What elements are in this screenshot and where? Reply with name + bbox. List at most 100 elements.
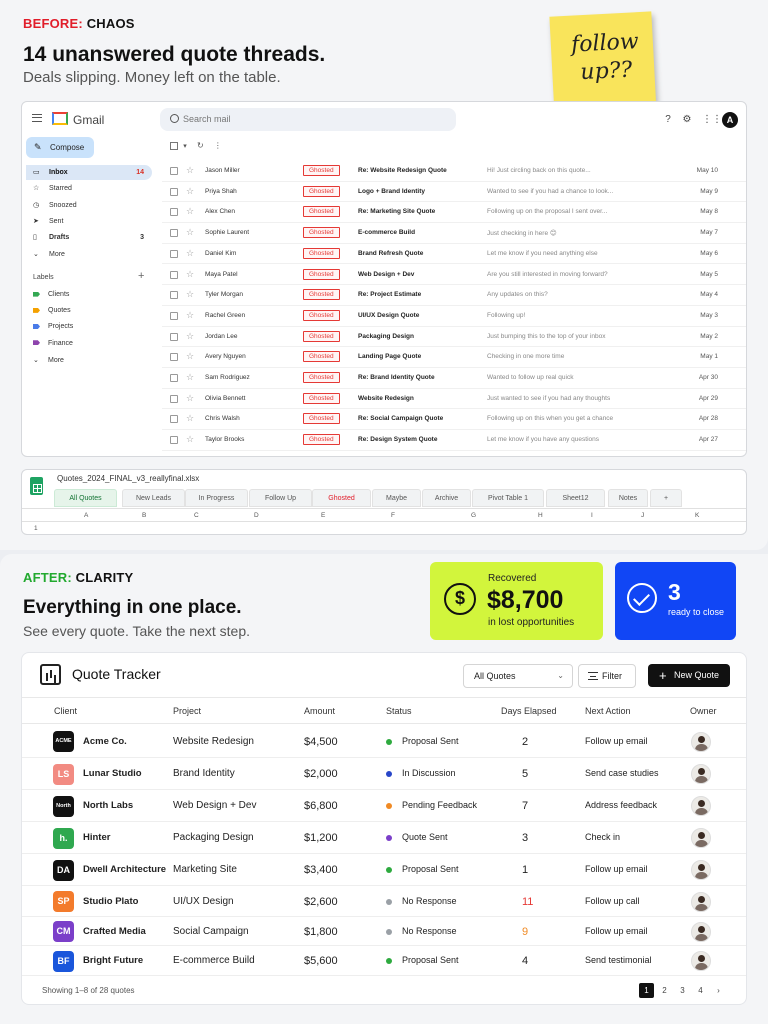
sheet-tab[interactable]: Maybe bbox=[372, 489, 421, 507]
email-checkbox[interactable] bbox=[170, 394, 178, 403]
quotes-filter-select[interactable]: All Quotes ⌄ bbox=[463, 664, 573, 688]
owner-avatar[interactable] bbox=[691, 828, 711, 848]
table-row[interactable]: SP Studio Plato UI/UX Design $2,600 No Respo… bbox=[22, 886, 746, 917]
sheet-tab[interactable]: Sheet12 bbox=[546, 489, 605, 507]
refresh-icon[interactable]: ↻ bbox=[197, 141, 204, 150]
star-icon[interactable]: ☆ bbox=[186, 310, 194, 321]
sidebar-item-inbox[interactable]: ▭ Inbox 14 bbox=[26, 165, 152, 180]
owner-avatar[interactable] bbox=[691, 891, 711, 912]
column-header-next-action[interactable]: Next Action bbox=[585, 706, 631, 716]
sheet-tab[interactable]: Ghosted bbox=[312, 489, 371, 507]
column-header-days-elapsed[interactable]: Days Elapsed bbox=[501, 706, 557, 716]
star-icon[interactable]: ☆ bbox=[186, 331, 194, 342]
star-icon[interactable]: ☆ bbox=[186, 393, 194, 404]
star-icon[interactable]: ☆ bbox=[186, 289, 194, 300]
menu-icon[interactable] bbox=[32, 114, 42, 122]
column-header[interactable]: D bbox=[254, 512, 259, 519]
sheet-tab[interactable]: Notes bbox=[608, 489, 648, 507]
email-checkbox[interactable] bbox=[170, 249, 178, 258]
owner-avatar[interactable] bbox=[691, 764, 711, 784]
sidebar-item-more[interactable]: ⌄ More bbox=[26, 247, 152, 262]
column-header-client[interactable]: Client bbox=[54, 706, 77, 716]
sidebar-item-starred[interactable]: ☆ Starred bbox=[26, 181, 152, 196]
column-header[interactable]: I bbox=[591, 512, 593, 519]
column-header-amount[interactable]: Amount bbox=[304, 706, 335, 716]
table-row[interactable]: North North Labs Web Design + Dev $6,800 Pen… bbox=[22, 790, 746, 822]
column-header[interactable]: C bbox=[194, 512, 199, 519]
email-row[interactable]: ☆ Priya Shah Ghosted Logo + Brand Identity W… bbox=[162, 182, 746, 203]
filter-button[interactable]: Filter bbox=[578, 664, 636, 688]
label-item-more[interactable]: ⌄ More bbox=[33, 356, 64, 364]
star-icon[interactable]: ☆ bbox=[186, 434, 194, 445]
column-header-status[interactable]: Status bbox=[386, 706, 412, 716]
sidebar-item-sent[interactable]: ➤ Sent bbox=[26, 214, 152, 229]
sidebar-item-drafts[interactable]: ▯ Drafts 3 bbox=[26, 230, 152, 245]
sheet-tab[interactable]: + bbox=[650, 489, 682, 507]
email-checkbox[interactable] bbox=[170, 291, 178, 300]
email-checkbox[interactable] bbox=[170, 187, 178, 196]
page-number[interactable]: 1 bbox=[639, 983, 654, 998]
select-all-checkbox[interactable] bbox=[170, 141, 178, 150]
star-icon[interactable]: ☆ bbox=[186, 269, 194, 280]
more-vert-icon[interactable]: ⋮ bbox=[214, 141, 222, 150]
email-checkbox[interactable] bbox=[170, 374, 178, 382]
gear-icon[interactable]: ⚙ bbox=[681, 114, 693, 126]
email-checkbox[interactable] bbox=[170, 270, 178, 279]
table-row[interactable]: CM Crafted Media Social Campaign $1,800 No R… bbox=[22, 917, 746, 946]
new-quote-button[interactable]: + New Quote bbox=[648, 664, 730, 687]
column-header[interactable]: F bbox=[391, 512, 395, 519]
sheet-tab[interactable]: Pivot Table 1 bbox=[472, 489, 544, 507]
email-row[interactable]: ☆ Sophie Laurent Ghosted E-commerce Build Ju… bbox=[162, 223, 746, 244]
email-row[interactable]: ☆ Jason Miller Ghosted Re: Website Redesign… bbox=[162, 161, 746, 182]
label-item-clients[interactable]: Clients bbox=[33, 291, 69, 298]
page-number[interactable]: 4 bbox=[693, 983, 708, 998]
label-item-finance[interactable]: Finance bbox=[33, 340, 73, 347]
sidebar-item-snoozed[interactable]: ◷ Snoozed bbox=[26, 198, 152, 213]
sheet-tab[interactable]: New Leads bbox=[122, 489, 185, 507]
help-icon[interactable]: ? bbox=[662, 114, 674, 126]
apps-grid-icon[interactable]: ⋮⋮ bbox=[702, 114, 722, 126]
page-number[interactable]: 3 bbox=[675, 983, 690, 998]
page-number[interactable]: 2 bbox=[657, 983, 672, 998]
star-icon[interactable]: ☆ bbox=[186, 248, 194, 259]
star-icon[interactable]: ☆ bbox=[186, 351, 194, 362]
owner-avatar[interactable] bbox=[691, 921, 711, 942]
sheet-tab[interactable]: Follow Up bbox=[249, 489, 312, 507]
column-header[interactable]: K bbox=[695, 512, 699, 519]
column-header[interactable]: E bbox=[321, 512, 325, 519]
star-icon[interactable]: ☆ bbox=[186, 372, 194, 383]
label-item-projects[interactable]: Projects bbox=[33, 323, 73, 330]
column-header[interactable]: A bbox=[84, 512, 88, 519]
column-header[interactable]: J bbox=[641, 512, 644, 519]
table-row[interactable]: LS Lunar Studio Brand Identity $2,000 In Dis… bbox=[22, 758, 746, 790]
email-row[interactable]: ☆ Alex Chen Ghosted Re: Marketing Site Quot… bbox=[162, 202, 746, 224]
owner-avatar[interactable] bbox=[691, 796, 711, 816]
email-row[interactable]: ☆ Daniel Kim Ghosted Brand Refresh Quote Let… bbox=[162, 244, 746, 265]
email-checkbox[interactable] bbox=[170, 332, 178, 341]
table-row[interactable]: BF Bright Future E-commerce Build $5,600 Pro… bbox=[22, 946, 746, 976]
email-row[interactable]: ☆ Chris Walsh Ghosted Re: Social Campaign Q… bbox=[162, 409, 746, 431]
star-icon[interactable]: ☆ bbox=[186, 227, 194, 238]
star-icon[interactable]: ☆ bbox=[186, 186, 194, 197]
sheet-tab[interactable]: Archive bbox=[422, 489, 471, 507]
email-checkbox[interactable] bbox=[170, 229, 178, 238]
email-row[interactable]: ☆ Taylor Brooks Ghosted Re: Design System Q… bbox=[162, 430, 746, 451]
email-row[interactable]: ☆ Maya Patel Ghosted Web Design + Dev Are yo… bbox=[162, 265, 746, 286]
email-checkbox[interactable] bbox=[170, 208, 178, 217]
owner-avatar[interactable] bbox=[691, 860, 711, 880]
email-checkbox[interactable] bbox=[170, 436, 178, 445]
email-checkbox[interactable] bbox=[170, 353, 178, 362]
column-header-project[interactable]: Project bbox=[173, 706, 201, 716]
star-icon[interactable]: ☆ bbox=[186, 165, 194, 176]
add-label-icon[interactable]: + bbox=[138, 270, 144, 282]
email-checkbox[interactable] bbox=[170, 311, 178, 320]
next-page-icon[interactable]: › bbox=[711, 983, 726, 998]
email-row[interactable]: ☆ Sam Rodriguez Ghosted Re: Brand Identity … bbox=[162, 368, 746, 389]
email-checkbox[interactable] bbox=[170, 167, 178, 175]
column-header[interactable]: G bbox=[471, 512, 476, 519]
account-avatar[interactable]: A bbox=[722, 112, 738, 128]
email-row[interactable]: ☆ Olivia Bennett Ghosted Website Redesign Ju… bbox=[162, 389, 746, 410]
sheet-tab[interactable]: In Progress bbox=[185, 489, 248, 507]
column-header[interactable]: B bbox=[142, 512, 146, 519]
star-icon[interactable]: ☆ bbox=[186, 413, 194, 424]
